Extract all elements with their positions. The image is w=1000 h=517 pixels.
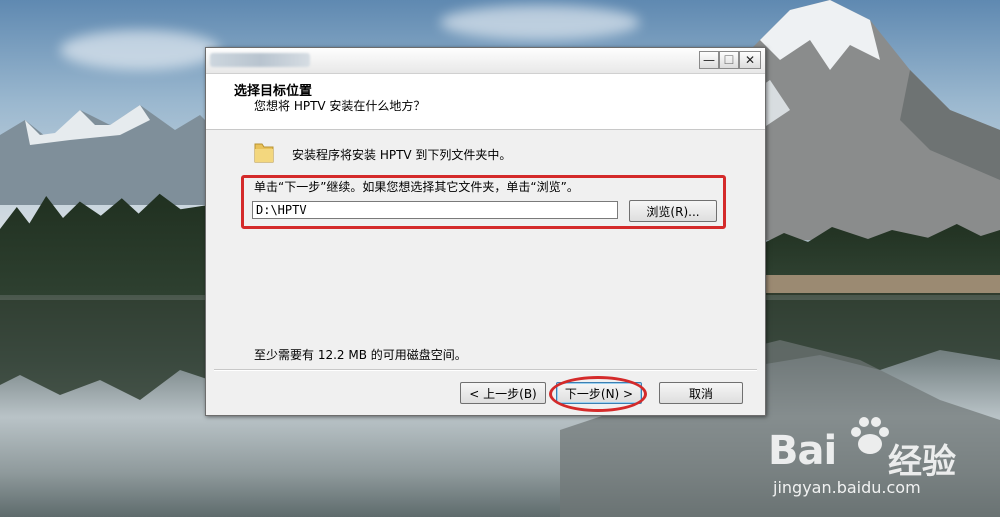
background-mountains-left xyxy=(0,105,220,205)
cancel-button[interactable]: 取消 xyxy=(659,382,743,404)
dialog-titlebar[interactable]: — ☐ ✕ xyxy=(206,48,765,74)
page-subtitle: 您想将 HPTV 安装在什么地方？ xyxy=(254,99,426,113)
paw-icon xyxy=(851,417,889,454)
back-button[interactable]: < 上一步(B) xyxy=(460,382,546,404)
blurred-window-title xyxy=(210,53,310,67)
background-cloud xyxy=(440,5,640,40)
background-cloud xyxy=(60,30,220,70)
wizard-header: 选择目标位置 您想将 HPTV 安装在什么地方？ xyxy=(206,74,765,130)
watermark-logo-text: Bai xyxy=(768,428,837,474)
close-button[interactable]: ✕ xyxy=(739,51,761,69)
folder-icon xyxy=(254,143,274,163)
watermark-cn-text: 经验 xyxy=(888,442,956,482)
minimize-button[interactable]: — xyxy=(699,51,719,69)
setup-dialog: — ☐ ✕ 选择目标位置 您想将 HPTV 安装在什么地方？ 安装程序将安装 H… xyxy=(205,47,766,416)
baidu-watermark: Bai 经验 jingyan.baidu.com xyxy=(768,410,993,500)
annotation-circle xyxy=(549,376,647,412)
disk-space-text: 至少需要有 12.2 MB 的可用磁盘空间。 xyxy=(254,348,467,362)
annotation-highlight-box xyxy=(241,175,726,229)
footer-divider xyxy=(214,369,757,371)
watermark-url: jingyan.baidu.com xyxy=(773,478,921,497)
maximize-button[interactable]: ☐ xyxy=(719,51,739,69)
install-location-text: 安装程序将安装 HPTV 到下列文件夹中。 xyxy=(292,148,512,162)
